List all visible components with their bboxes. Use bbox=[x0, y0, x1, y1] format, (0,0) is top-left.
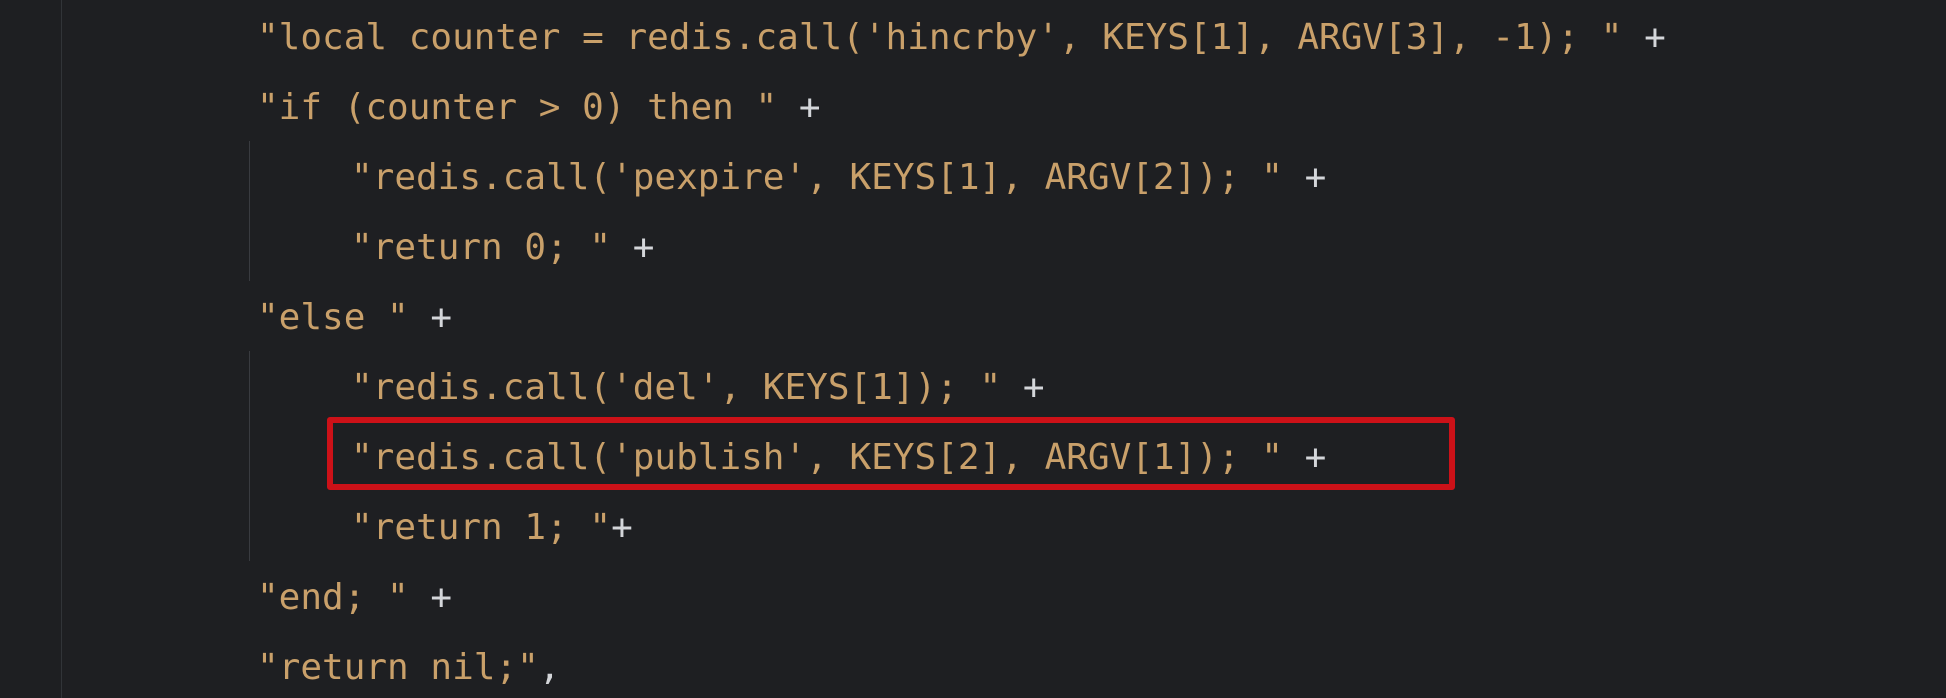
indent-guide bbox=[249, 141, 250, 281]
code-line-5[interactable]: "else " + bbox=[257, 283, 452, 353]
string-literal: "return 0; " bbox=[351, 227, 612, 268]
code-line-1[interactable]: "local counter = redis.call('hincrby', K… bbox=[257, 3, 1666, 73]
string-literal: "redis.call('pexpire', KEYS[1], ARGV[2])… bbox=[351, 157, 1283, 198]
code-line-2[interactable]: "if (counter > 0) then " + bbox=[257, 73, 821, 143]
code-line-4[interactable]: "return 0; " + bbox=[351, 213, 654, 283]
code-editor[interactable]: "local counter = redis.call('hincrby', K… bbox=[0, 0, 1946, 698]
concat-operator: + bbox=[408, 297, 453, 338]
string-literal: "local counter = redis.call('hincrby', K… bbox=[257, 17, 1623, 58]
concat-operator: + bbox=[611, 227, 655, 268]
concat-operator: + bbox=[1001, 367, 1045, 408]
concat-operator: + bbox=[611, 507, 633, 548]
code-line-6[interactable]: "redis.call('del', KEYS[1]); " + bbox=[351, 353, 1045, 423]
indent-guide bbox=[249, 351, 250, 561]
concat-operator: + bbox=[408, 577, 453, 618]
string-literal: "return 1; " bbox=[351, 507, 612, 548]
concat-operator: , bbox=[538, 647, 561, 688]
string-literal: "else " bbox=[257, 297, 409, 338]
string-literal: "redis.call('del', KEYS[1]); " bbox=[351, 367, 1002, 408]
concat-operator: + bbox=[1622, 17, 1666, 58]
gutter-divider bbox=[61, 0, 62, 698]
string-literal: "return nil;" bbox=[257, 647, 539, 688]
string-literal: "end; " bbox=[257, 577, 409, 618]
concat-operator: + bbox=[1282, 157, 1327, 198]
code-line-8[interactable]: "return 1; "+ bbox=[351, 493, 633, 563]
string-literal: "if (counter > 0) then " bbox=[257, 87, 778, 128]
code-line-7[interactable]: "redis.call('publish', KEYS[2], ARGV[1])… bbox=[351, 423, 1326, 493]
code-line-3[interactable]: "redis.call('pexpire', KEYS[1], ARGV[2])… bbox=[351, 143, 1326, 213]
concat-operator: + bbox=[777, 87, 821, 128]
string-literal: "redis.call('publish', KEYS[2], ARGV[1])… bbox=[351, 437, 1283, 478]
code-line-10[interactable]: "return nil;", bbox=[257, 633, 560, 698]
concat-operator: + bbox=[1282, 437, 1327, 478]
code-line-9[interactable]: "end; " + bbox=[257, 563, 452, 633]
